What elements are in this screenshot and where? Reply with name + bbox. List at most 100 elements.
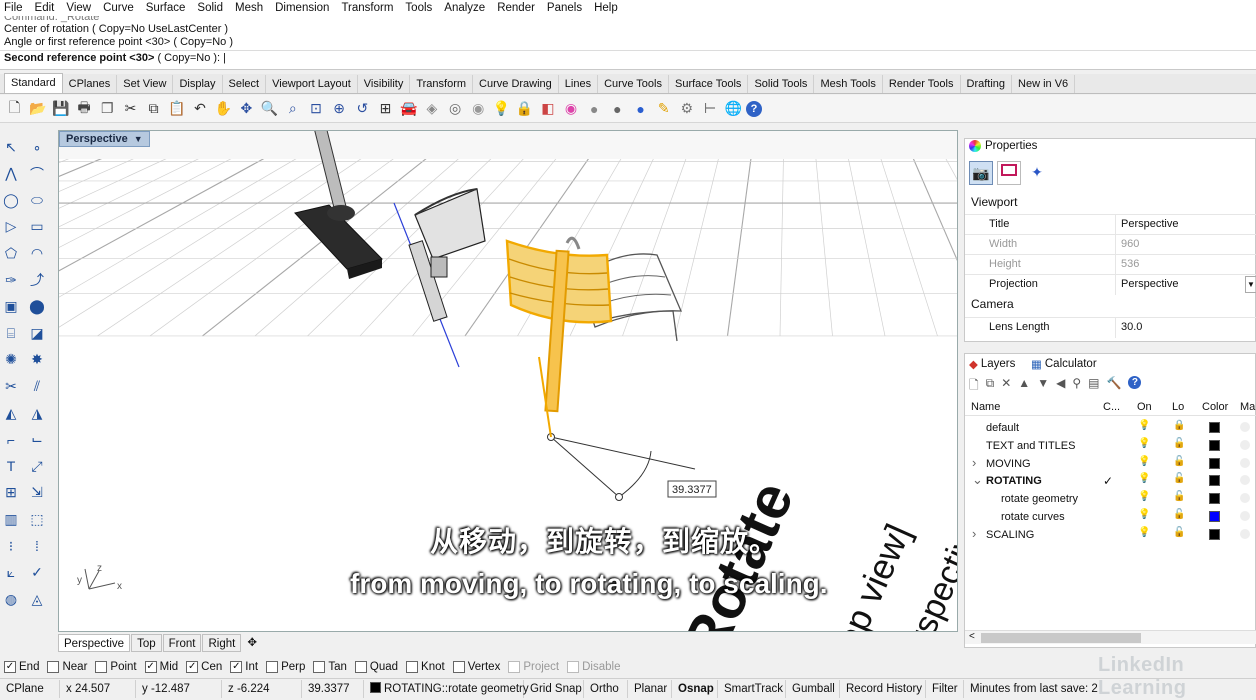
property-row-projection[interactable]: Projection Perspective ▼ [965,274,1256,295]
menu-item-view[interactable]: View [66,2,91,14]
delete-layer-icon[interactable]: ✕ [1001,376,1011,397]
new-sublayer-icon[interactable]: ⧉ [986,376,995,397]
import-icon[interactable]: ❐ [97,98,118,119]
boolean-icon[interactable]: ✺ [0,349,22,371]
layer-color-swatch[interactable] [1209,511,1220,522]
view-tab-perspective[interactable]: Perspective [58,633,131,652]
offset-icon[interactable]: ⤴ [26,269,48,291]
shade-icon[interactable]: ◧ [537,98,558,119]
col-color[interactable]: Color [1202,401,1228,413]
box-icon[interactable]: ▣ [0,296,22,318]
light-bulb-icon[interactable]: 💡 [1138,456,1150,467]
menu-item-render[interactable]: Render [497,2,535,14]
layer-row[interactable]: ⌄ ROTATING ✓ 💡 🔓 [965,472,1256,490]
status-planar[interactable]: Planar [628,679,672,698]
curve-icon[interactable]: ⌒ [26,163,48,185]
sphere-icon[interactable]: ● [607,98,628,119]
move-to-parent-icon[interactable]: ◀ [1056,376,1065,397]
osnap-near[interactable]: Near [47,661,87,673]
layer-color-swatch[interactable] [1209,439,1220,451]
calculator-tab[interactable]: ▦ Calculator [1031,357,1097,371]
ungroup-icon[interactable]: ◮ [26,402,48,424]
osnap-tan[interactable]: Tan [313,661,347,673]
lens-value[interactable]: 30.0 [1121,321,1142,333]
new-file-icon[interactable]: 🗋 [4,98,25,119]
lock-icon[interactable]: 🔒 [1173,420,1185,431]
osnap-checkbox[interactable]: ✓ [4,661,16,673]
osnap-checkbox[interactable] [47,661,60,673]
circle-icon[interactable]: ◯ [0,189,22,211]
blade-object-selected[interactable] [505,236,613,413]
tab-standard[interactable]: Standard [4,73,63,93]
unlock-icon[interactable]: 🔓 [1173,438,1185,449]
status-grid-snap[interactable]: Grid Snap [524,679,584,698]
array-icon[interactable]: ⊞ [0,482,22,504]
viewport-title[interactable]: Perspective ▼ [59,131,150,147]
layer-row[interactable]: rotate curves 💡 🔓 [965,508,1256,526]
status-ortho[interactable]: Ortho [584,679,628,698]
tab-new-in-v6[interactable]: New in V6 [1012,75,1076,93]
paint-icon[interactable]: ◬ [26,588,48,610]
layer-name[interactable]: MOVING [986,458,1031,470]
render-blue-icon[interactable]: ● [630,98,651,119]
chevron-down-icon[interactable]: ▼ [134,134,143,144]
menu-item-mesh[interactable]: Mesh [235,2,263,14]
camera-icon[interactable]: 📷 [969,161,993,185]
command-prompt[interactable]: Second reference point <30> ( Copy=No ):… [0,50,1256,65]
array-polar-icon[interactable]: ⁞ [26,535,48,557]
layer-icon[interactable]: ◉ [468,98,489,119]
undo-icon[interactable]: ↶ [190,98,211,119]
menu-item-panels[interactable]: Panels [547,2,582,14]
property-row-title[interactable]: Title Perspective [965,214,1256,235]
layer-tools-icon[interactable]: ▤ [1088,376,1099,397]
menu-item-surface[interactable]: Surface [146,2,186,14]
tab-solid-tools[interactable]: Solid Tools [748,75,815,93]
view-tab-top[interactable]: Top [131,633,162,652]
point-icon[interactable]: ∘ [26,136,48,158]
grid-icon[interactable]: ⁝ [0,535,22,557]
tab-visibility[interactable]: Visibility [358,75,411,93]
light-bulb-icon[interactable]: 💡 [1138,473,1150,484]
status-layer[interactable]: ROTATING::rotate geometry [364,679,529,698]
copy-icon[interactable]: ⧉ [143,98,164,119]
help-icon[interactable]: ? [1128,376,1142,389]
cylinder-icon[interactable]: ⌸ [0,322,22,344]
osnap-project[interactable]: Project [508,661,559,673]
unlock-icon[interactable]: 🔓 [1173,527,1185,538]
filter-icon[interactable]: ⚲ [1072,376,1081,397]
tab-drafting[interactable]: Drafting [961,75,1013,93]
tab-select[interactable]: Select [223,75,267,93]
sun-icon[interactable]: ✦ [1025,161,1049,185]
chevron-down-icon[interactable]: ⌄ [972,472,983,488]
triangle-icon[interactable]: ▷ [0,216,22,238]
material-swatch[interactable] [1240,475,1250,486]
tab-curve-drawing[interactable]: Curve Drawing [473,75,559,93]
osnap-checkbox[interactable] [313,661,326,673]
layer-name[interactable]: SCALING [986,529,1034,541]
status-osnap[interactable]: Osnap [672,679,718,698]
undo-view-icon[interactable]: ↺ [352,98,373,119]
status-record-history[interactable]: Record History [840,679,926,698]
layer-name[interactable]: TEXT and TITLES [986,440,1075,452]
status-gumball[interactable]: Gumball [786,679,840,698]
four-viewports-icon[interactable]: ⊞ [375,98,396,119]
analyze-icon[interactable]: ⟀ [0,562,22,584]
status-z[interactable]: z -6.224 [222,679,302,698]
osnap-vertex[interactable]: Vertex [452,661,500,673]
check-icon[interactable]: ✓ [26,562,48,584]
menu-item-transform[interactable]: Transform [341,2,393,14]
menu-item-curve[interactable]: Curve [103,2,134,14]
mesh-icon[interactable]: ▥ [0,508,22,530]
block-icon[interactable]: ⬚ [26,508,48,530]
unlock-icon[interactable]: 🔓 [1173,491,1185,502]
col-lock[interactable]: Lo [1172,401,1184,413]
chevron-right-icon[interactable]: › [972,526,976,541]
layer-name[interactable]: default [986,422,1019,434]
properties-tab[interactable]: Properties [969,140,1037,152]
arc-icon[interactable]: ◠ [26,242,48,264]
osnap-checkbox[interactable] [266,661,279,673]
menu-item-tools[interactable]: Tools [405,2,432,14]
osnap-cen[interactable]: ✓ Cen [186,661,222,673]
layer-name[interactable]: rotate curves [1001,511,1065,523]
ellipse-icon[interactable]: ⬭ [26,189,48,211]
